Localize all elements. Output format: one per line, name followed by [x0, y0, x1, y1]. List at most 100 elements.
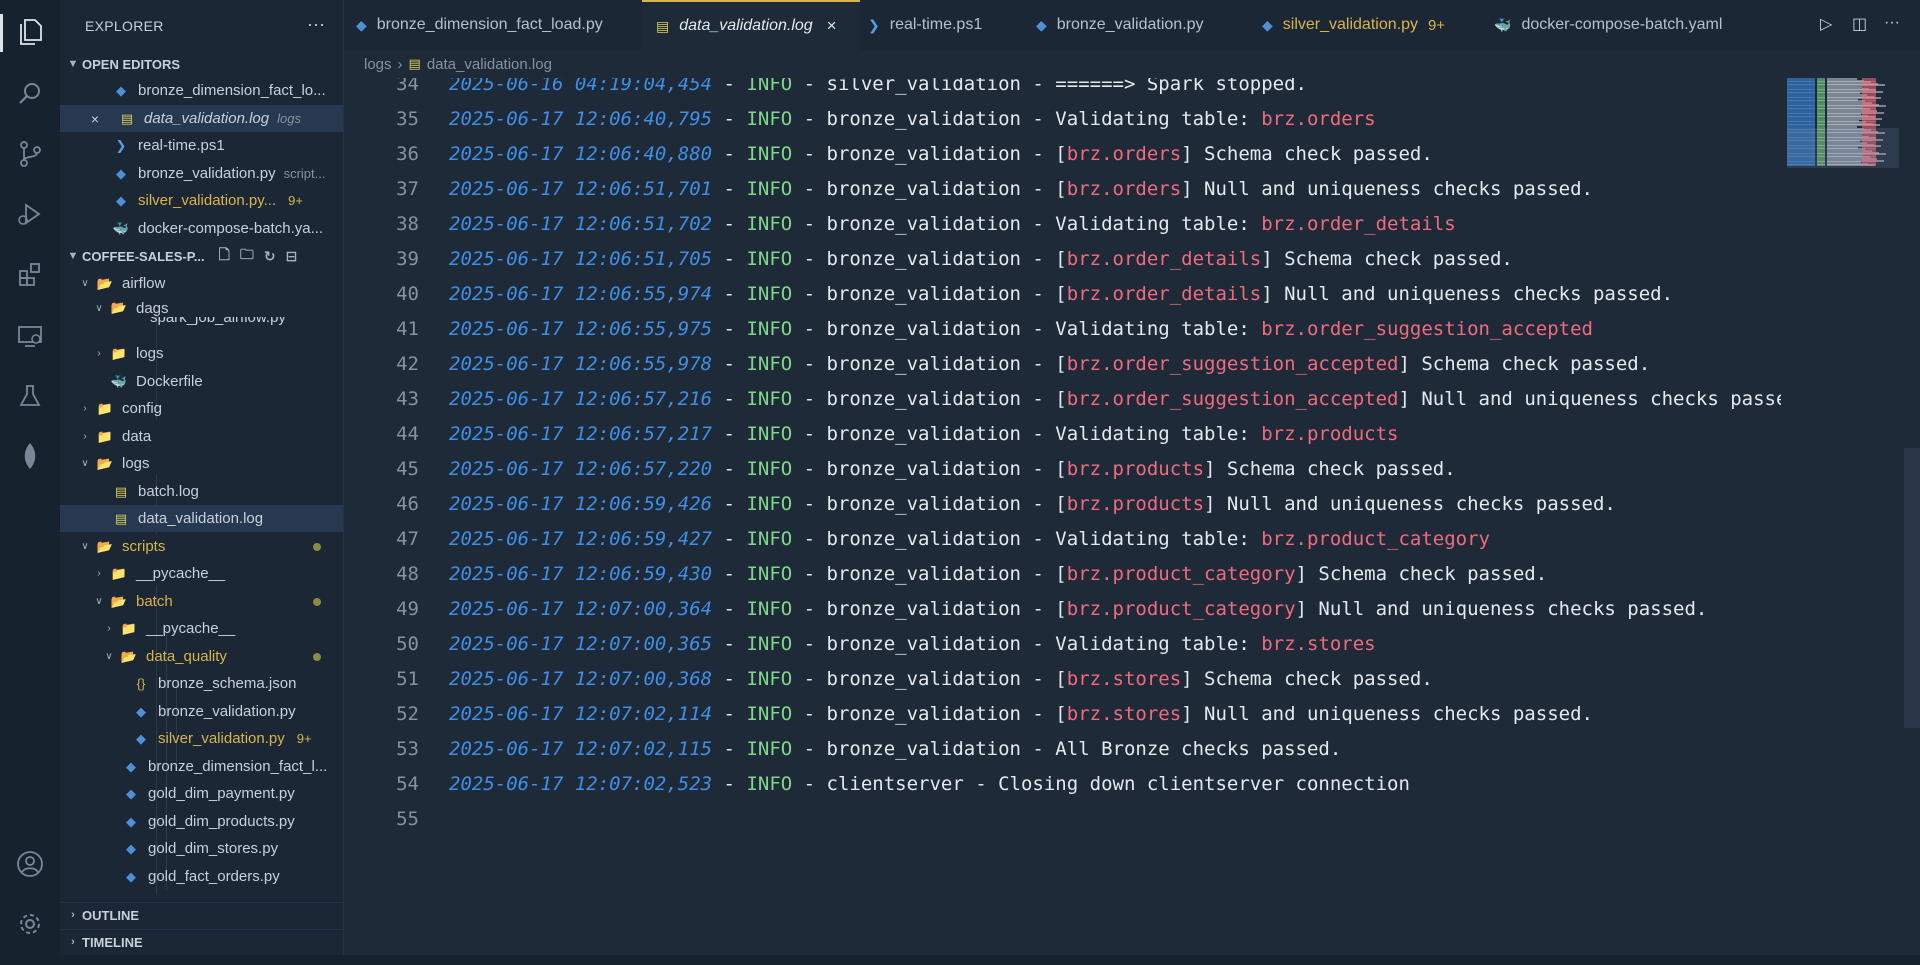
log-timestamp: 2025-06-17 12:06:51,701: [449, 178, 713, 200]
tree-folder-pycache[interactable]: › 📁 __pycache__: [60, 615, 343, 642]
tab-docker-compose-batch[interactable]: 🐳 docker-compose-batch.yaml: [1494, 0, 1722, 50]
tree-folder-batch[interactable]: ∨ 📂 batch: [60, 588, 343, 615]
code-line: 2025-06-17 12:06:55,975 - INFO - bronze_…: [449, 318, 1593, 340]
log-table-name: brz.products: [1066, 458, 1205, 480]
chevron-down-icon: ∨: [95, 596, 103, 607]
project-label: COFFEE-SALES-P...: [82, 248, 205, 264]
line-number: 40: [396, 283, 419, 305]
tree-file[interactable]: ◆ silver_validation.py 9+: [60, 725, 343, 752]
run-play-icon[interactable]: ▷: [1820, 14, 1832, 34]
tree-folder-pycache[interactable]: › 📁 __pycache__: [60, 560, 343, 587]
line-number: 54: [396, 773, 419, 795]
code-line: 2025-06-17 12:07:00,368 - INFO - bronze_…: [449, 668, 1433, 690]
tree-file[interactable]: 🐳 Dockerfile: [60, 368, 343, 395]
open-editor-name: data_validation.log: [144, 110, 270, 127]
tab-bronze-dimension-fact-load[interactable]: ◆ bronze_dimension_fact_load.py: [356, 0, 603, 50]
log-message-tail: ] Schema check passed.: [1261, 248, 1513, 270]
open-editors-label: OPEN EDITORS: [82, 56, 181, 72]
vertical-scrollbar[interactable]: [1904, 448, 1920, 728]
close-icon[interactable]: ×: [88, 111, 102, 127]
tree-file-selected[interactable]: ▤ data_validation.log: [60, 505, 343, 532]
tree-folder-dags[interactable]: ∨ 📂 dags: [60, 297, 343, 319]
open-editor-item[interactable]: ◆ silver_validation.py... 9+: [60, 187, 343, 214]
split-editor-icon[interactable]: ◫: [1852, 14, 1867, 34]
remote-explorer-icon[interactable]: [14, 320, 46, 352]
log-level: INFO: [746, 388, 793, 410]
search-icon[interactable]: [14, 78, 46, 110]
tab-real-time-ps1[interactable]: ❯ real-time.ps1: [868, 0, 982, 50]
code-line: 2025-06-17 12:06:55,974 - INFO - bronze_…: [449, 283, 1673, 305]
tree-folder-airflow[interactable]: ∨ 📂 airflow: [60, 270, 343, 297]
minimap-viewport[interactable]: [1787, 128, 1899, 168]
settings-gear-icon[interactable]: [14, 908, 46, 940]
collapse-all-icon[interactable]: ⊟: [286, 248, 298, 265]
open-editors-header[interactable]: ▼ OPEN EDITORS: [60, 52, 343, 76]
code-line: 2025-06-17 12:06:59,426 - INFO - bronze_…: [449, 493, 1616, 515]
tree-folder-logs[interactable]: ∨ 📂 logs: [60, 450, 343, 477]
tree-file[interactable]: ◆ gold_fact_orders.py: [60, 863, 343, 890]
new-folder-icon[interactable]: 🗀: [240, 244, 254, 268]
source-control-icon[interactable]: [14, 138, 46, 170]
tree-file[interactable]: {} bronze_schema.json: [60, 670, 343, 697]
tree-folder-scripts[interactable]: ∨ 📂 scripts: [60, 533, 343, 560]
explorer-icon[interactable]: [14, 16, 46, 48]
more-actions-icon[interactable]: ···: [307, 14, 325, 35]
open-editor-desc: script...: [283, 166, 326, 181]
new-file-icon[interactable]: 🗋: [219, 244, 230, 268]
tree-folder-config[interactable]: › 📁 config: [60, 395, 343, 422]
tree-file[interactable]: ◆ gold_dim_stores.py: [60, 835, 343, 862]
open-editor-item-active[interactable]: × ▤ data_validation.log logs: [60, 105, 343, 132]
minimap[interactable]: [1787, 78, 1899, 938]
tree-folder-data-quality[interactable]: ∨ 📂 data_quality: [60, 643, 343, 670]
close-tab-icon[interactable]: ×: [827, 16, 837, 36]
log-message: bronze_validation - [: [826, 598, 1067, 620]
log-table-name: brz.orders: [1261, 108, 1376, 130]
tab-silver-validation[interactable]: ◆ silver_validation.py 9+: [1262, 0, 1445, 50]
python-icon: ◆: [136, 730, 146, 746]
tree-file[interactable]: ▤ batch.log: [60, 478, 343, 505]
tree-folder-data[interactable]: › 📁 data: [60, 423, 343, 450]
account-icon[interactable]: [14, 848, 46, 880]
breadcrumb-file[interactable]: data_validation.log: [427, 56, 552, 73]
log-timestamp: 2025-06-17 12:06:59,427: [449, 528, 713, 550]
log-message-tail: ] Schema check passed.: [1295, 563, 1548, 585]
tree-file[interactable]: ◆ bronze_validation.py: [60, 698, 343, 725]
outline-header[interactable]: › OUTLINE: [60, 902, 343, 927]
mongodb-leaf-icon[interactable]: [14, 440, 46, 472]
timeline-header[interactable]: › TIMELINE: [60, 929, 343, 954]
log-file-icon: ▤: [408, 56, 421, 71]
breadcrumb-folder[interactable]: logs: [364, 56, 392, 73]
log-timestamp: 2025-06-17 12:06:51,702: [449, 213, 713, 235]
json-braces-icon: {}: [136, 676, 146, 691]
tree-file[interactable]: ◆ gold_dim_products.py: [60, 808, 343, 835]
log-separator: -: [792, 598, 827, 620]
code-lines[interactable]: 2025-06-16 04:19:04,454 - INFO - silver_…: [449, 78, 1781, 938]
log-separator: -: [712, 283, 747, 305]
tree-file[interactable]: spark_job_airflow.py: [60, 317, 343, 333]
log-level: INFO: [746, 633, 793, 655]
tree-folder-logs[interactable]: › 📁 logs: [60, 340, 343, 367]
run-debug-icon[interactable]: [14, 198, 46, 230]
log-message-tail: ] Schema check passed.: [1398, 353, 1651, 375]
open-editor-item[interactable]: ◆ bronze_dimension_fact_lo...: [60, 77, 343, 104]
chevron-down-icon: ▼: [67, 250, 79, 262]
project-header[interactable]: ▼ COFFEE-SALES-P... 🗋 🗀 ↻ ⊟: [60, 244, 343, 268]
modified-dot: [313, 652, 321, 661]
more-actions-icon[interactable]: ···: [1884, 14, 1900, 32]
log-table-name: brz.orders: [1066, 143, 1182, 165]
tab-data-validation-log[interactable]: ▤ data_validation.log ×: [642, 0, 860, 50]
log-message: bronze_validation - [: [826, 388, 1067, 410]
log-message: bronze_validation - Validating table:: [826, 108, 1262, 130]
open-editor-item[interactable]: ❯ real-time.ps1: [60, 132, 343, 159]
tree-file[interactable]: ◆ gold_dim_payment.py: [60, 780, 343, 807]
tree-file[interactable]: ◆ bronze_dimension_fact_l...: [60, 753, 343, 780]
log-level: INFO: [746, 353, 793, 375]
log-timestamp: 2025-06-17 12:06:51,705: [449, 248, 713, 270]
open-editor-item[interactable]: 🐳 docker-compose-batch.ya...: [60, 215, 343, 242]
open-editor-item[interactable]: ◆ bronze_validation.py script...: [60, 160, 343, 187]
testing-icon[interactable]: [14, 380, 46, 412]
tab-bronze-validation[interactable]: ◆ bronze_validation.py: [1036, 0, 1204, 50]
code-editor[interactable]: 34 35 36 37 38 39 40 41 42 43 44 45 46 47 48 49 50 51 52 53…: [344, 78, 1920, 938]
extensions-icon[interactable]: [14, 258, 46, 290]
refresh-icon[interactable]: ↻: [264, 248, 276, 265]
